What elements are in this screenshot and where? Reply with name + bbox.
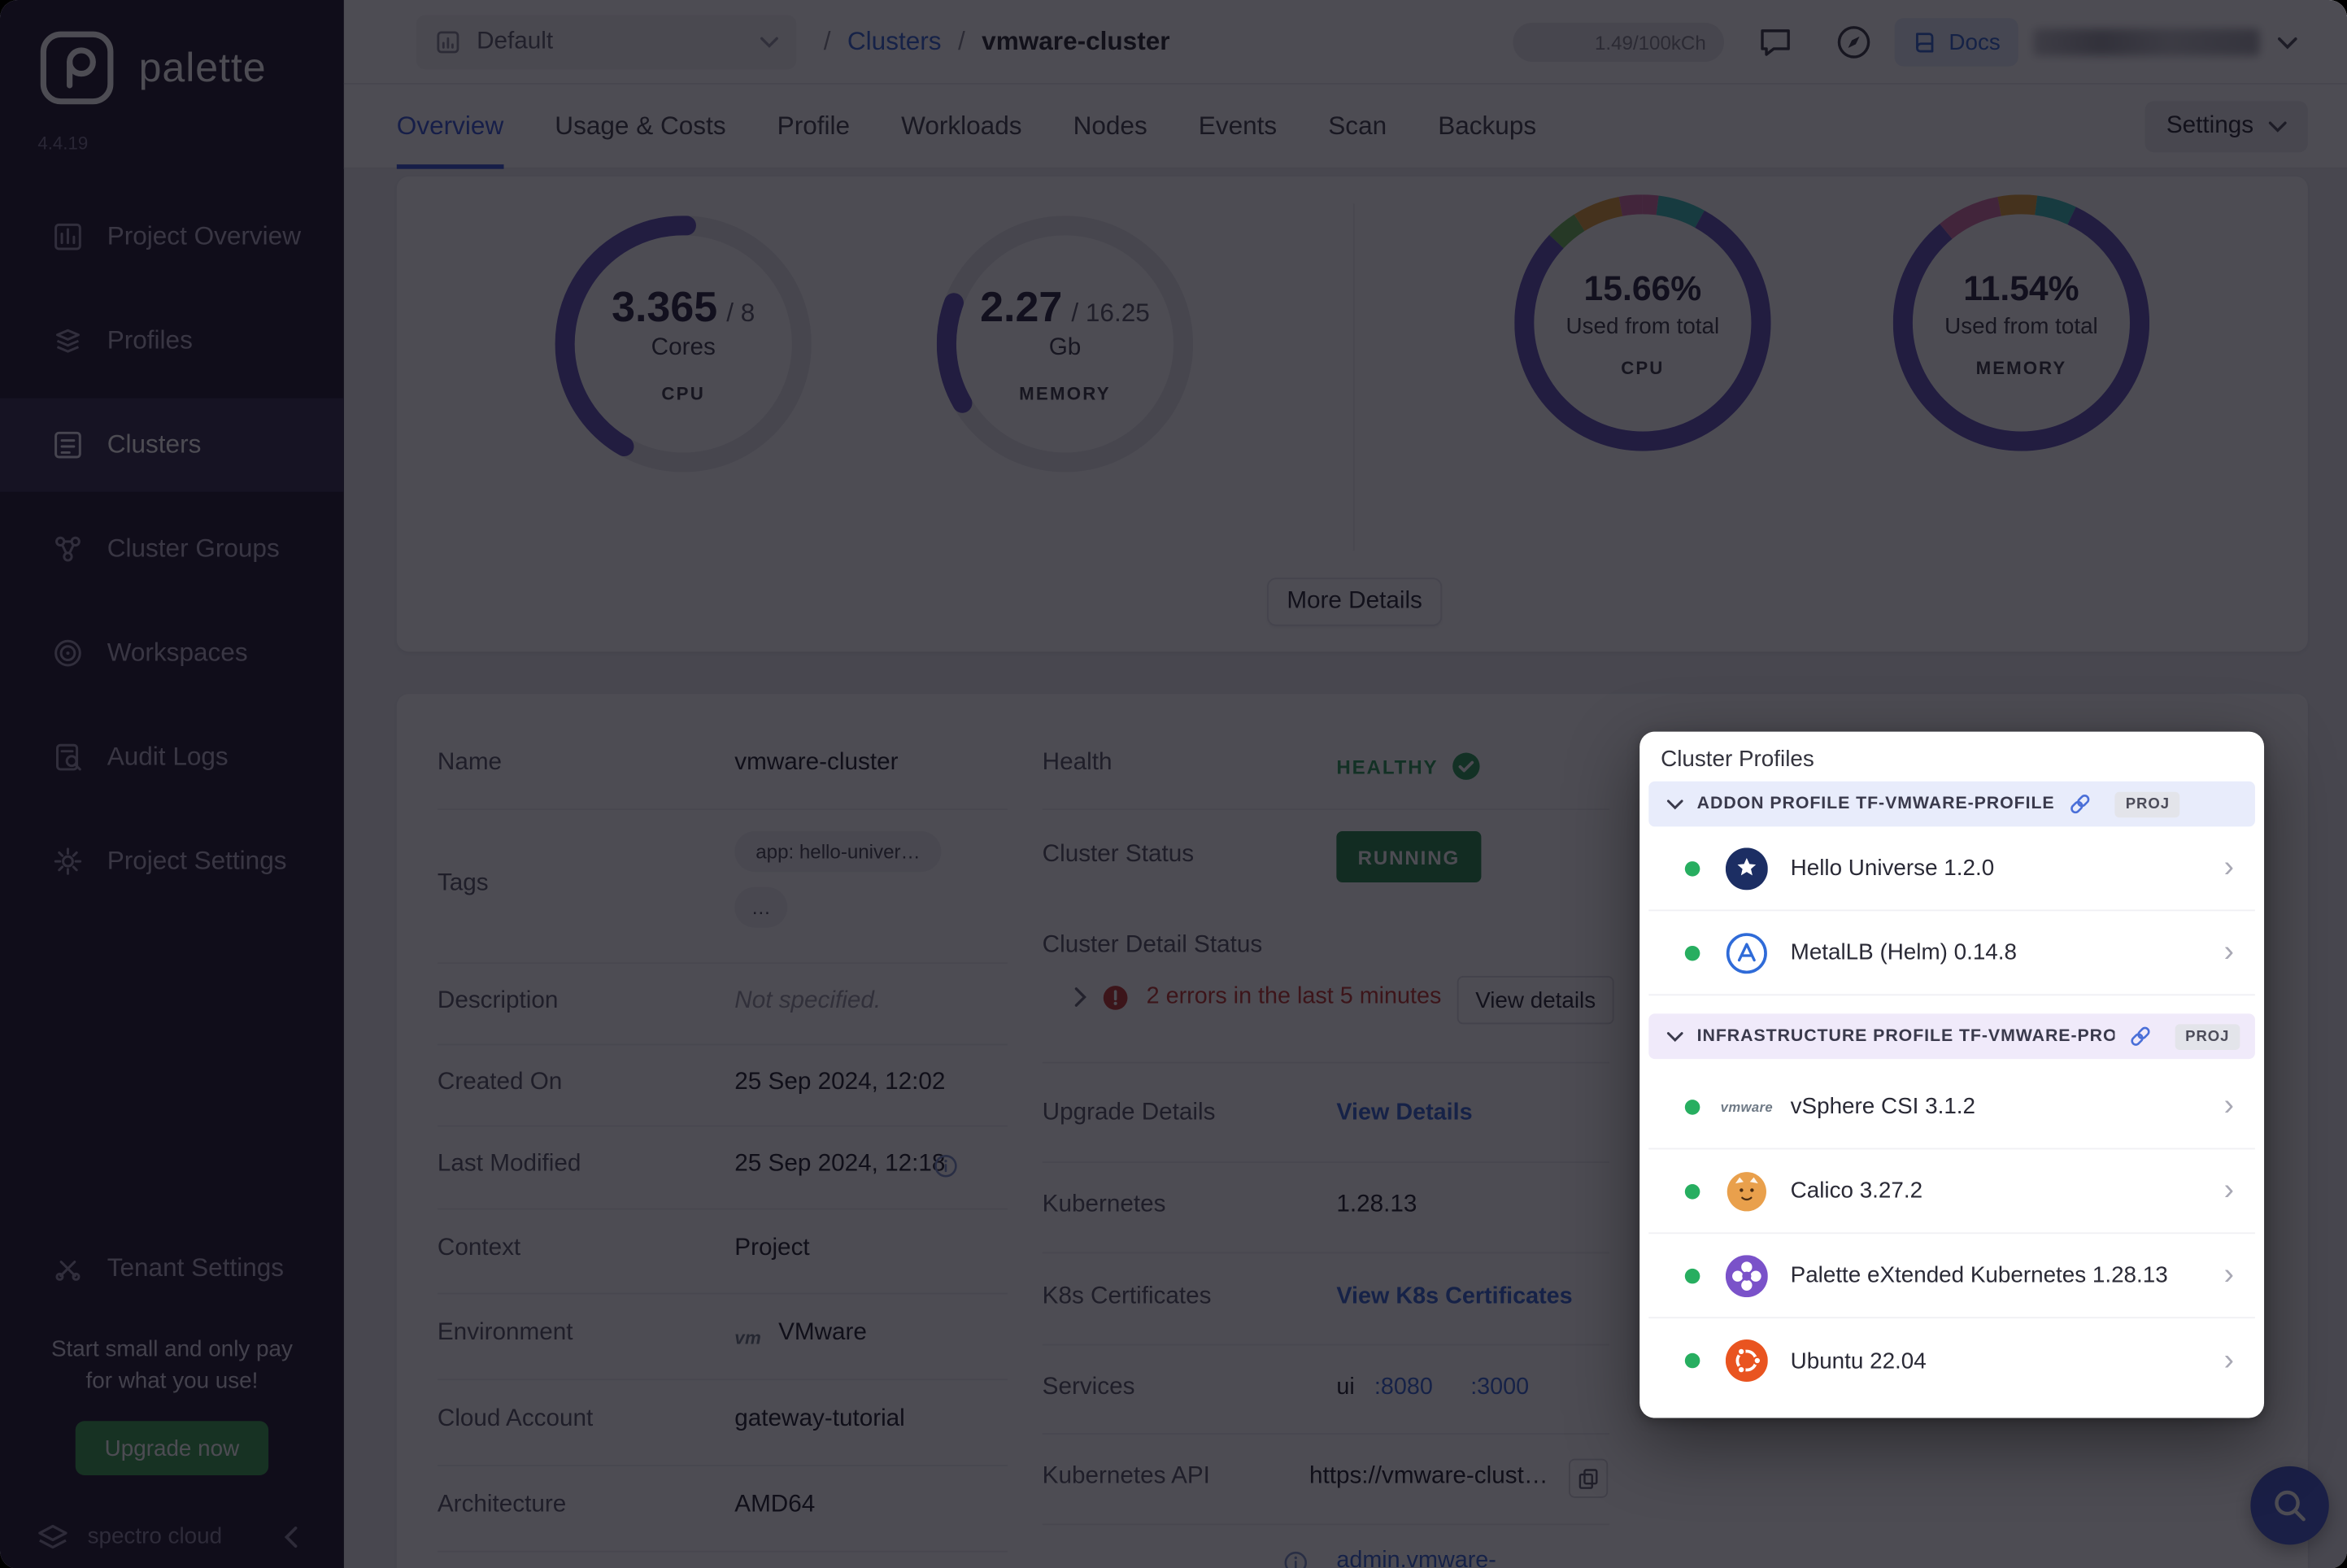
app-window: palette 4.4.19 Project Overview Profiles… xyxy=(0,0,2347,1568)
vmware-logo: vmware xyxy=(1720,1099,1774,1114)
infrastructure-profile-header[interactable]: INFRASTRUCTURE PROFILE TF-VMWARE-PROFILE… xyxy=(1648,1013,2255,1060)
palette-flower-logo xyxy=(1725,1254,1768,1297)
profile-layer-name: Calico 3.27.2 xyxy=(1790,1178,1923,1204)
profile-layer-row-vsphere-csi[interactable]: vmware vSphere CSI 3.1.2 › xyxy=(1648,1065,2255,1150)
status-dot-green xyxy=(1684,1267,1700,1283)
hello-universe-logo xyxy=(1725,847,1768,890)
profile-layer-name: Hello Universe 1.2.0 xyxy=(1790,855,1995,882)
status-dot-green xyxy=(1684,945,1700,960)
profile-layer-row-ubuntu[interactable]: Ubuntu 22.04 › xyxy=(1648,1318,2255,1403)
status-dot-green xyxy=(1684,1352,1700,1369)
profile-layer-row-metallb[interactable]: MetalLB (Helm) 0.14.8 › xyxy=(1648,911,2255,996)
profile-layer-name: vSphere CSI 3.1.2 xyxy=(1790,1093,1976,1120)
profile-layer-name: Ubuntu 22.04 xyxy=(1790,1348,1927,1374)
link-icon xyxy=(2068,792,2092,817)
chevron-right-icon: › xyxy=(2223,1089,2234,1122)
status-dot-green xyxy=(1684,1099,1700,1114)
chevron-right-icon: › xyxy=(2223,1343,2234,1377)
profile-layer-row-palette-k8s[interactable]: Palette eXtended Kubernetes 1.28.13 › xyxy=(1648,1234,2255,1319)
chevron-right-icon: › xyxy=(2223,934,2234,969)
scope-badge: PROJ xyxy=(2175,1023,2240,1050)
addon-profile-name: ADDON PROFILE TF-VMWARE-PROFILE xyxy=(1696,795,2055,813)
status-dot-green xyxy=(1684,860,1700,876)
profile-layer-row-hello-universe[interactable]: Hello Universe 1.2.0 › xyxy=(1648,826,2255,912)
cluster-profiles-popup: Cluster Profiles ADDON PROFILE TF-VMWARE… xyxy=(1639,731,2265,1418)
chevron-down-icon xyxy=(1666,1031,1683,1042)
metallb-logo xyxy=(1726,931,1768,973)
addon-profile-header[interactable]: ADDON PROFILE TF-VMWARE-PROFILE PROJ xyxy=(1648,781,2255,827)
profile-layer-name: MetalLB (Helm) 0.14.8 xyxy=(1790,939,2017,966)
popup-title: Cluster Profiles xyxy=(1661,747,1814,773)
infrastructure-profile-name: INFRASTRUCTURE PROFILE TF-VMWARE-PROFILE xyxy=(1696,1027,2114,1046)
profile-layer-row-calico[interactable]: Calico 3.27.2 › xyxy=(1648,1149,2255,1235)
calico-logo xyxy=(1726,1169,1768,1212)
profile-layer-name: Palette eXtended Kubernetes 1.28.13 xyxy=(1790,1262,2168,1288)
scope-badge: PROJ xyxy=(2114,791,2180,817)
chevron-down-icon xyxy=(1666,799,1683,809)
status-dot-green xyxy=(1684,1183,1700,1199)
chevron-right-icon: › xyxy=(2223,1257,2234,1291)
screenshot-viewport: palette 4.4.19 Project Overview Profiles… xyxy=(0,0,2347,1568)
link-icon xyxy=(2128,1024,2153,1048)
ubuntu-logo xyxy=(1725,1339,1768,1382)
chevron-right-icon: › xyxy=(2223,851,2234,884)
chevron-right-icon: › xyxy=(2223,1174,2234,1207)
